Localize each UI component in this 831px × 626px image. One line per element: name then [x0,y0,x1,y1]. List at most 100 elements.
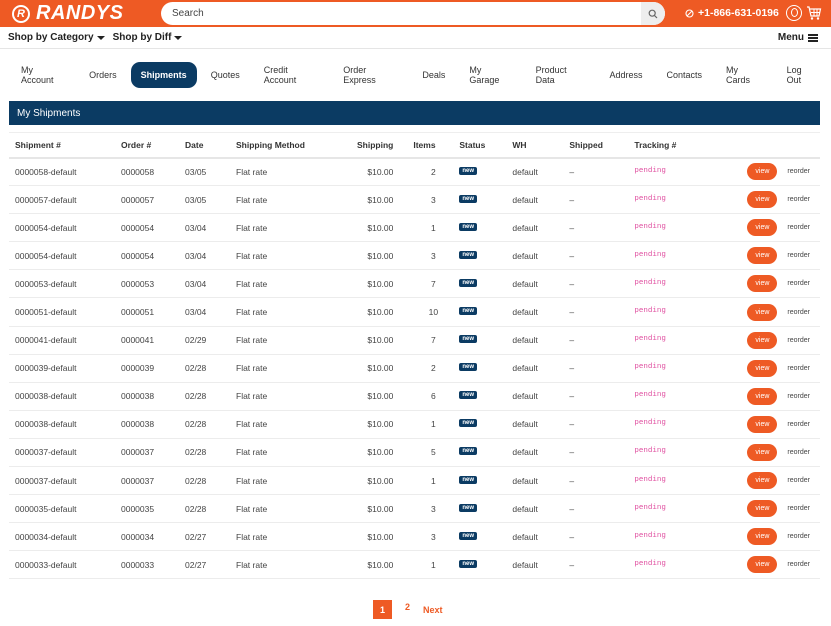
row-actions: view reorder [718,213,820,243]
shipping-method: Flat rate [230,550,351,580]
shipment-number: 0000038-default [9,410,115,439]
item-count: 6 [413,382,454,411]
tracking-status: pending [634,166,666,175]
randys-logo[interactable]: R RANDYS [12,2,160,25]
view-button[interactable]: view [747,443,778,461]
shipment-number: 0000058-default [9,157,115,187]
row-actions: view reorder [718,438,820,468]
phone-link[interactable]: +1-866-631-0196 [685,7,779,19]
tab-shipments[interactable]: Shipments [130,62,197,88]
shipping-method: Flat rate [230,213,351,243]
view-button[interactable]: view [747,247,778,265]
view-button[interactable]: view [747,219,778,237]
table-row: 0000037-default 0000037 02/28 Flat rate $10.… [9,438,820,468]
reorder-link[interactable]: reorder [787,561,810,568]
view-button[interactable]: view [747,415,778,433]
reorder-link[interactable]: reorder [787,168,810,175]
ship-date: 02/28 [179,382,230,411]
shipping-method: Flat rate [230,410,351,439]
view-button[interactable]: view [747,387,778,405]
item-count: 1 [413,410,454,439]
search-input[interactable] [161,2,641,25]
status-badge: new [459,222,478,231]
reorder-link[interactable]: reorder [787,449,810,456]
tracking-cell: pending [628,354,719,383]
status-badge: new [459,278,478,287]
status-cell: new [453,269,507,299]
tracking-cell: pending [628,550,719,580]
account-icon[interactable] [786,5,802,21]
shipped-value: – [563,269,629,299]
next-page-link[interactable]: Next [423,605,443,615]
tab-contacts[interactable]: Contacts [657,63,713,87]
reorder-link[interactable]: reorder [787,337,810,344]
view-button[interactable]: view [747,163,778,181]
tab-credit-account[interactable]: Credit Account [254,58,330,92]
view-button[interactable]: view [747,275,778,293]
shipping-cost: $10.00 [351,185,414,215]
shipped-value: – [563,494,629,524]
view-button[interactable]: view [747,500,778,518]
tab-deals[interactable]: Deals [412,63,455,87]
tracking-status: pending [634,447,666,456]
account-nav: My Account Orders Shipments Quotes Credi… [0,49,831,101]
order-number: 0000054 [115,213,179,243]
shop-by-category-dropdown[interactable]: Shop by Category [8,32,105,43]
status-cell: new [453,354,507,383]
reorder-link[interactable]: reorder [787,252,810,259]
tracking-cell: pending [628,522,719,552]
cart-icon[interactable] [806,5,822,21]
view-button[interactable]: view [747,556,778,574]
reorder-link[interactable]: reorder [787,505,810,512]
view-button[interactable]: view [747,303,778,321]
shipping-method: Flat rate [230,466,351,496]
shop-by-diff-dropdown[interactable]: Shop by Diff [113,32,183,43]
tab-my-cards[interactable]: My Cards [716,58,773,92]
reorder-link[interactable]: reorder [787,280,810,287]
page-1-button[interactable]: 1 [373,600,392,619]
tracking-cell: pending [628,185,719,215]
tab-product-data[interactable]: Product Data [526,58,596,92]
table-row: 0000035-default 0000035 02/28 Flat rate $10.… [9,494,820,524]
shipment-number: 0000037-default [9,466,115,496]
tracking-cell: pending [628,213,719,243]
view-button[interactable]: view [747,191,778,209]
tab-order-express[interactable]: Order Express [333,58,408,92]
tab-address[interactable]: Address [599,63,652,87]
page-2-link[interactable]: 2 [405,602,410,612]
shipping-cost: $10.00 [351,466,414,496]
col-shipping: Shipping [351,132,414,159]
order-number: 0000038 [115,410,179,439]
table-row: 0000058-default 0000058 03/05 Flat rate $10.… [9,157,820,187]
warehouse: default [506,438,564,468]
reorder-link[interactable]: reorder [787,393,810,400]
row-actions: view reorder [718,354,820,383]
tab-log-out[interactable]: Log Out [777,58,827,92]
ship-date: 02/28 [179,438,230,468]
reorder-link[interactable]: reorder [787,224,810,231]
tab-my-garage[interactable]: My Garage [459,58,521,92]
reorder-link[interactable]: reorder [787,421,810,428]
view-button[interactable]: view [747,472,778,490]
row-actions: view reorder [718,297,820,327]
view-button[interactable]: view [747,359,778,377]
reorder-link[interactable]: reorder [787,196,810,203]
tracking-status: pending [634,278,666,287]
tab-my-account[interactable]: My Account [11,58,75,92]
reorder-link[interactable]: reorder [787,477,810,484]
tab-quotes[interactable]: Quotes [201,63,250,87]
shipping-cost: $10.00 [351,438,414,468]
view-button[interactable]: view [747,528,778,546]
view-button[interactable]: view [747,331,778,349]
tracking-cell: pending [628,382,719,411]
menu-button[interactable]: Menu [778,32,818,43]
search-button[interactable] [641,2,665,25]
row-actions: view reorder [718,466,820,496]
reorder-link[interactable]: reorder [787,365,810,372]
reorder-link[interactable]: reorder [787,309,810,316]
col-tracking: Tracking # [628,132,719,159]
reorder-link[interactable]: reorder [787,533,810,540]
shipment-number: 0000037-default [9,438,115,468]
shipment-number: 0000054-default [9,241,115,271]
tab-orders[interactable]: Orders [79,63,127,87]
